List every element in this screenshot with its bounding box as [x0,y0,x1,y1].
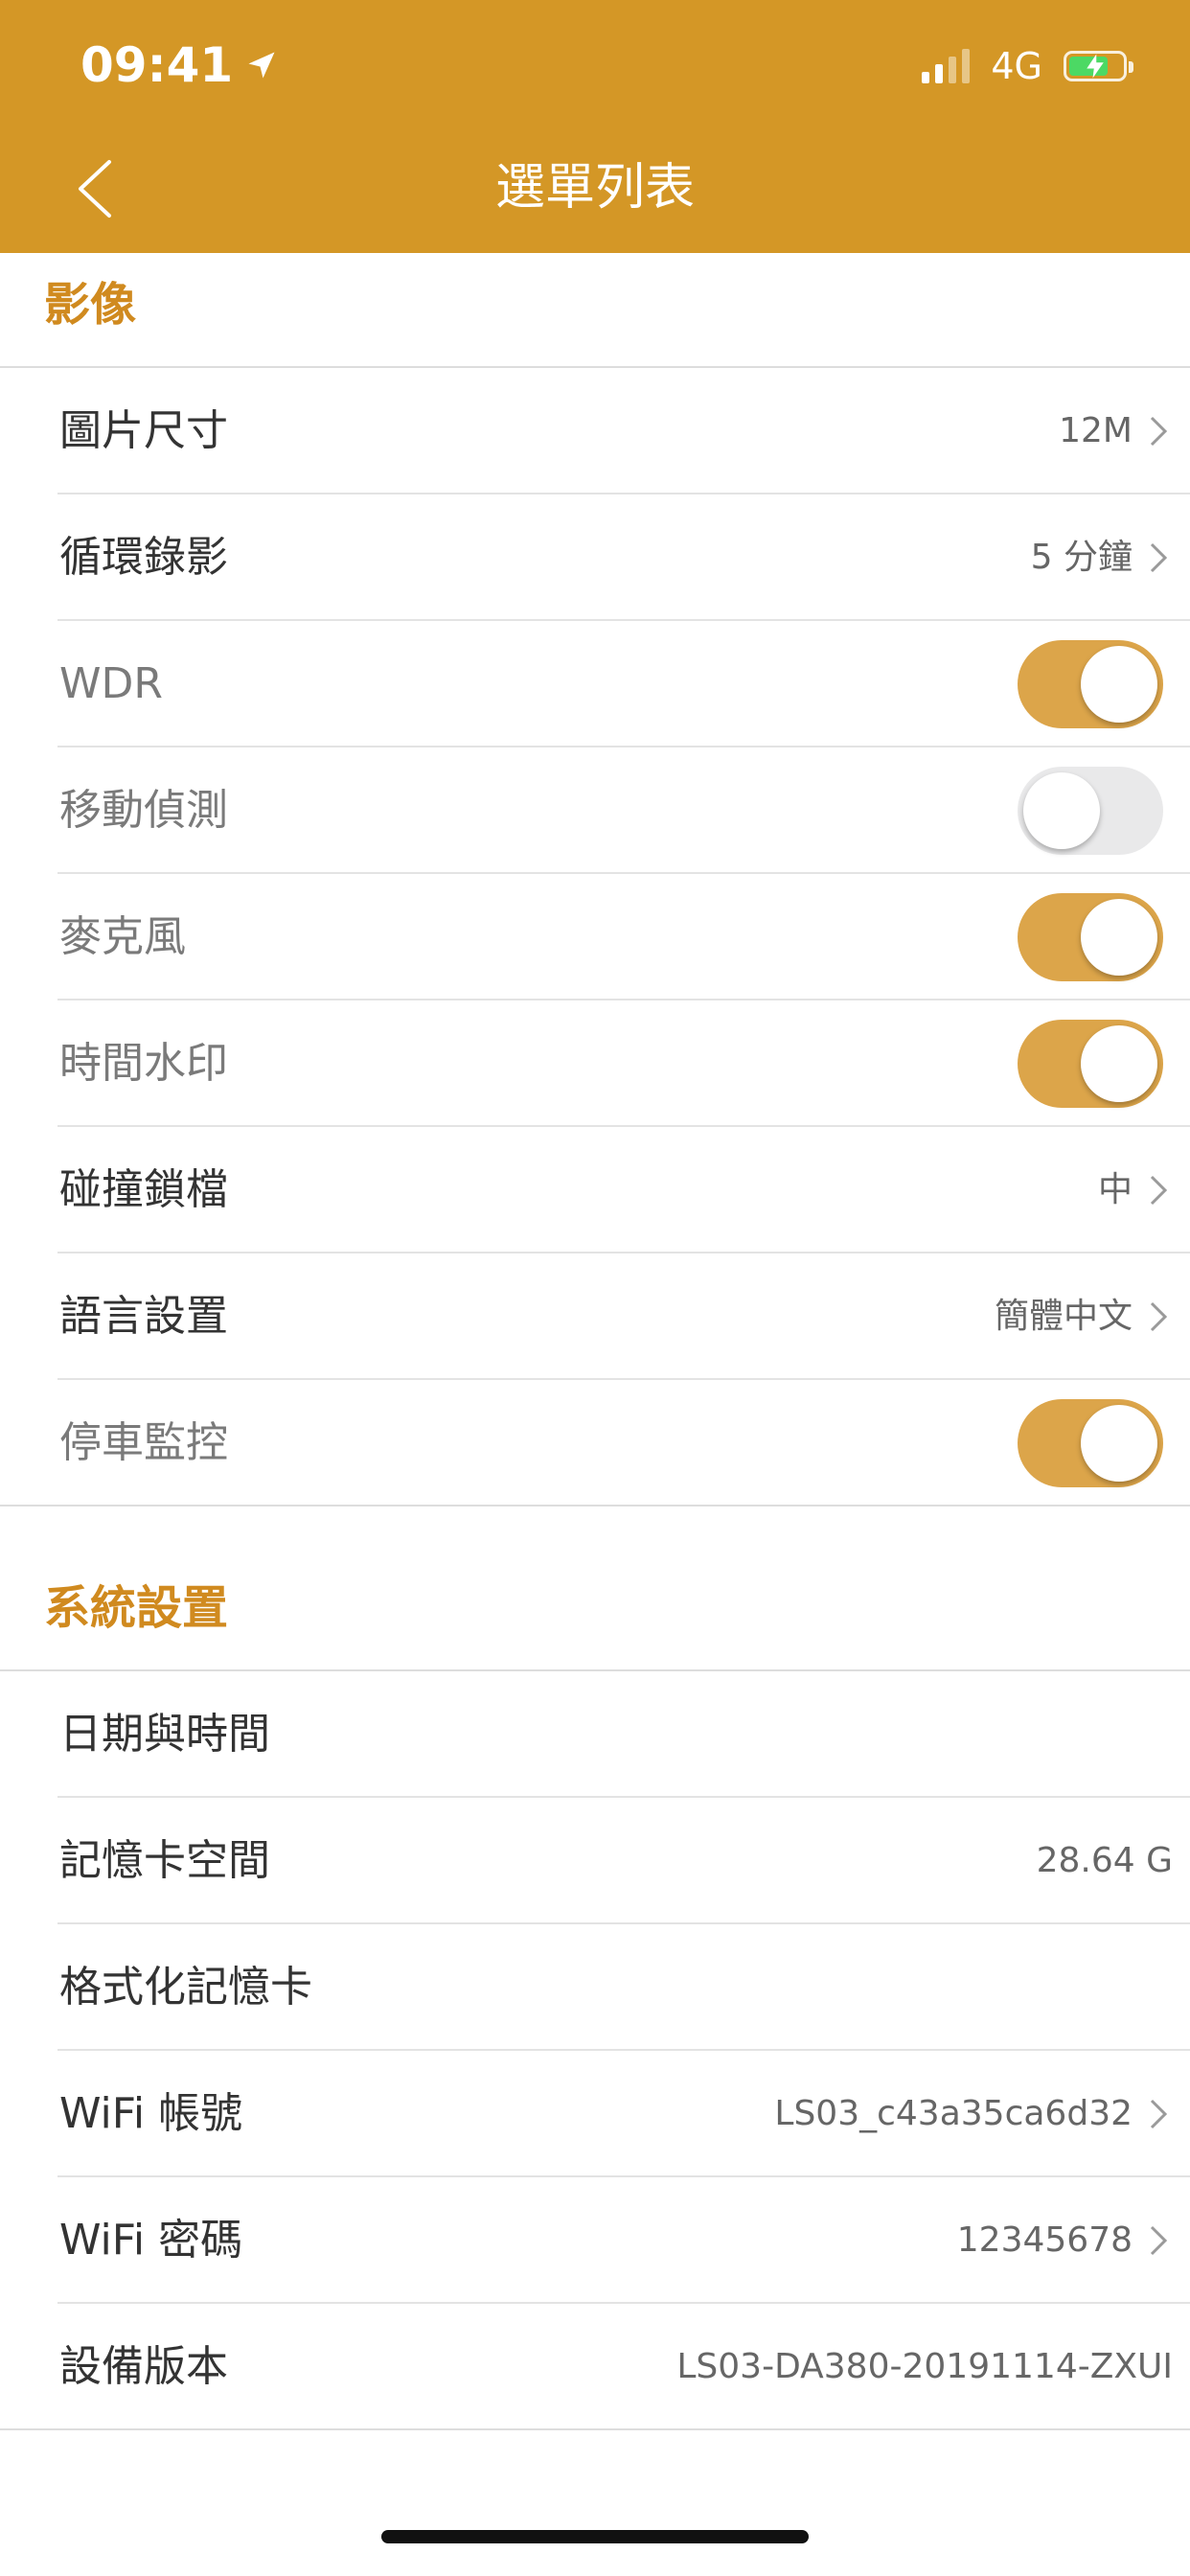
row-label: 碰撞鎖檔 [59,1165,228,1214]
setting-row-microphone: 麥克風 [0,874,1190,1000]
setting-row-format-sd-card[interactable]: 格式化記憶卡 [0,1924,1190,2051]
setting-row-motion-detection: 移動偵測 [0,748,1190,874]
chevron-right-icon [1150,1175,1168,1206]
chevron-right-icon [1150,2225,1168,2256]
time-watermark-switch[interactable] [1018,1020,1163,1108]
row-label: 麥克風 [59,912,186,961]
wdr-switch[interactable] [1018,640,1163,728]
network-type-label: 4G [991,45,1042,87]
row-label: 設備版本 [59,2342,228,2391]
row-value: 28.64 G [1036,1841,1173,1880]
row-label: 循環錄影 [59,533,228,582]
signal-strength-icon [922,49,971,83]
setting-row-date-time[interactable]: 日期與時間 [0,1671,1190,1798]
chevron-right-icon [1150,542,1168,573]
microphone-switch[interactable] [1018,893,1163,981]
row-label: WDR [59,659,163,708]
status-bar-time: 09:41 [80,34,279,96]
row-label: WiFi 帳號 [59,2089,243,2138]
section-title-video: 影像 [44,278,137,332]
row-label: 圖片尺寸 [59,406,228,455]
row-label: 記憶卡空間 [59,1836,270,1885]
section-title-system: 系統設置 [44,1581,229,1635]
location-arrow-icon [248,52,275,79]
setting-row-parking-monitor: 停車監控 [0,1380,1190,1506]
row-label: 移動偵測 [59,786,228,835]
section-divider [0,1505,1190,1506]
setting-row-collision-lock[interactable]: 碰撞鎖檔 中 [0,1127,1190,1254]
page-title: 選單列表 [494,159,695,217]
row-value: LS03_c43a35ca6d32 [774,2094,1133,2133]
row-value: 12M [1059,411,1133,450]
row-value: 中 [1097,1170,1133,1209]
setting-row-time-watermark: 時間水印 [0,1000,1190,1127]
setting-row-loop-recording[interactable]: 循環錄影 5 分鐘 [0,494,1190,621]
row-value: 簡體中文 [994,1297,1133,1336]
app-header: 09:41 4G 選單列表 [0,0,1190,253]
parking-monitor-switch[interactable] [1018,1399,1163,1487]
row-value: LS03-DA380-20191114-ZXUI [676,2347,1173,2386]
setting-row-image-size[interactable]: 圖片尺寸 12M [0,368,1190,494]
home-indicator[interactable] [381,2530,809,2543]
setting-row-wifi-password[interactable]: WiFi 密碼 12345678 [0,2177,1190,2304]
row-label: 格式化記憶卡 [59,1963,312,2012]
setting-row-wifi-ssid[interactable]: WiFi 帳號 LS03_c43a35ca6d32 [0,2051,1190,2177]
status-time-text: 09:41 [80,37,234,93]
status-bar-indicators: 4G [922,40,1133,92]
chevron-right-icon [1150,2099,1168,2129]
row-label: 時間水印 [59,1039,228,1088]
chevron-right-icon [1150,416,1168,447]
row-label: 停車監控 [59,1418,228,1467]
motion-detection-switch[interactable] [1018,767,1163,855]
setting-row-sd-card-space: 記憶卡空間 28.64 G [0,1798,1190,1924]
setting-row-device-version: 設備版本 LS03-DA380-20191114-ZXUI [0,2304,1190,2430]
row-label: 語言設置 [59,1292,228,1341]
row-label: 日期與時間 [59,1710,270,1759]
battery-charging-icon [1064,51,1133,81]
row-value: 12345678 [956,2220,1133,2260]
row-label: WiFi 密碼 [59,2216,243,2265]
row-value: 5 分鐘 [1030,538,1133,577]
setting-row-language[interactable]: 語言設置 簡體中文 [0,1254,1190,1380]
setting-row-wdr: WDR [0,621,1190,748]
section-divider [0,2428,1190,2430]
chevron-right-icon [1150,1301,1168,1332]
